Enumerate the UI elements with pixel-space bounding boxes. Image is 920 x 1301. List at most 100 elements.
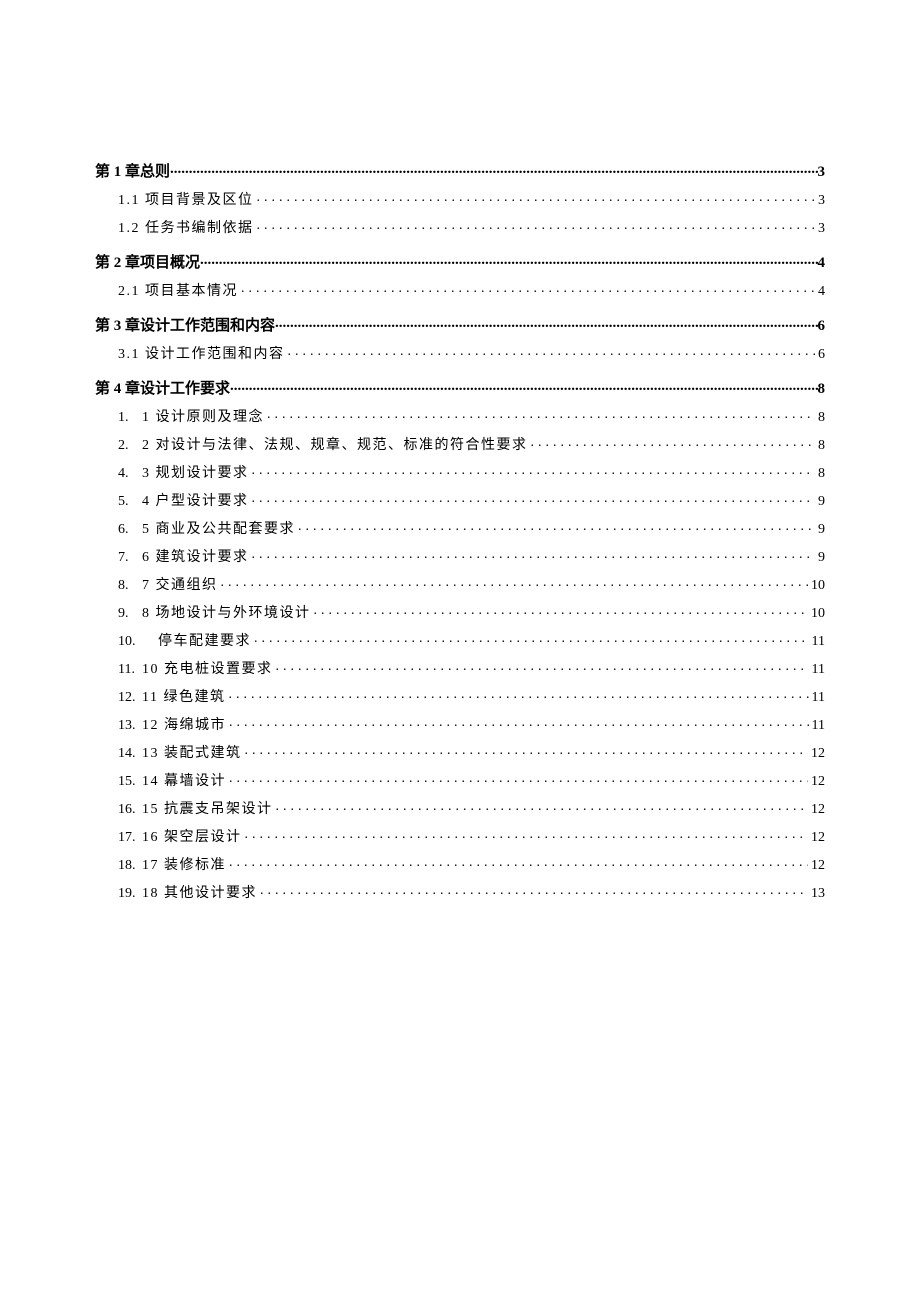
toc-item-page: 12 <box>811 774 825 790</box>
toc-leader-dots <box>245 743 809 757</box>
toc-item-page: 11 <box>812 634 825 650</box>
toc-leader-dots <box>252 463 816 477</box>
toc-leader-dots <box>229 855 808 869</box>
toc-item-page: 8 <box>818 438 825 454</box>
toc-item-page: 8 <box>818 410 825 426</box>
toc-item-title: 16 架空层设计 <box>142 826 242 846</box>
toc-leader-dots <box>257 218 816 232</box>
toc-leader-dots <box>298 519 815 533</box>
toc-leader-dots <box>252 491 816 505</box>
toc-item-number: 19. <box>118 886 142 902</box>
toc-chapter-title: 第 3 章设计工作范围和内容 <box>95 314 275 335</box>
toc-sub-title: 3.1 设计工作范围和内容 <box>118 343 285 363</box>
toc-item-title: 停车配建要求 <box>158 630 251 650</box>
toc-item-number: 15. <box>118 774 142 790</box>
toc-item-number: 2. <box>118 438 142 454</box>
toc-leader-dots <box>531 435 816 449</box>
toc-leader-dots <box>230 378 817 393</box>
toc-leader-dots <box>276 659 809 673</box>
toc-chapter-page: 4 <box>818 255 826 272</box>
toc-leader-dots <box>275 315 817 330</box>
toc-numbered-entry: 19. 18 其他设计要求 13 <box>118 882 825 902</box>
toc-leader-dots <box>241 281 815 295</box>
toc-leader-dots <box>229 715 809 729</box>
toc-item-page: 10 <box>811 606 825 622</box>
toc-item-page: 10 <box>811 578 825 594</box>
toc-numbered-entry: 7. 6 建筑设计要求 9 <box>118 546 825 566</box>
toc-item-number: 5. <box>118 494 142 510</box>
toc-sub-page: 4 <box>818 284 825 300</box>
toc-item-title: 13 装配式建筑 <box>142 742 242 762</box>
toc-item-number: 18. <box>118 858 142 874</box>
toc-item-page: 9 <box>818 522 825 538</box>
toc-item-number: 10. <box>118 634 158 650</box>
toc-sub-entry: 2.1 项目基本情况 4 <box>118 280 825 300</box>
toc-leader-dots <box>276 799 809 813</box>
toc-numbered-entry: 9. 8 场地设计与外环境设计 10 <box>118 602 825 622</box>
toc-leader-dots <box>260 883 808 897</box>
toc-item-title: 7 交通组织 <box>142 574 218 594</box>
toc-item-title: 15 抗震支吊架设计 <box>142 798 273 818</box>
toc-item-page: 11 <box>812 690 825 706</box>
toc-chapter-title: 第 2 章项目概况 <box>95 251 200 272</box>
toc-item-title: 14 幕墙设计 <box>142 770 226 790</box>
toc-numbered-entry: 15. 14 幕墙设计 12 <box>118 770 825 790</box>
toc-sub-title: 1.2 任务书编制依据 <box>118 217 254 237</box>
toc-item-number: 13. <box>118 718 142 734</box>
toc-chapter: 第 2 章项目概况 4 <box>95 251 825 272</box>
toc-item-number: 9. <box>118 606 142 622</box>
toc-sub-title: 2.1 项目基本情况 <box>118 280 238 300</box>
toc-item-number: 16. <box>118 802 142 818</box>
toc-sub-entry: 3.1 设计工作范围和内容 6 <box>118 343 825 363</box>
toc-numbered-entry: 2. 2 对设计与法律、法规、规章、规范、标准的符合性要求 8 <box>118 434 825 454</box>
toc-chapter: 第 1 章总则 3 <box>95 160 825 181</box>
toc-item-title: 17 装修标准 <box>142 854 226 874</box>
toc-item-page: 9 <box>818 550 825 566</box>
toc-item-page: 11 <box>812 662 825 678</box>
toc-item-page: 12 <box>811 746 825 762</box>
toc-numbered-entry: 5. 4 户型设计要求 9 <box>118 490 825 510</box>
toc-sub-page: 3 <box>818 221 825 237</box>
toc-numbered-entry: 10. 停车配建要求 11 <box>118 630 825 650</box>
toc-item-page: 12 <box>811 858 825 874</box>
toc-numbered-entry: 1. 1 设计原则及理念 8 <box>118 406 825 426</box>
toc-chapter-page: 3 <box>818 164 826 181</box>
toc-numbered-entry: 6. 5 商业及公共配套要求 9 <box>118 518 825 538</box>
toc-leader-dots <box>221 575 809 589</box>
toc-sub-page: 6 <box>818 347 825 363</box>
toc-item-number: 4. <box>118 466 142 482</box>
toc-leader-dots <box>252 547 816 561</box>
toc-numbered-entry: 13. 12 海绵城市 11 <box>118 714 825 734</box>
toc-item-number: 8. <box>118 578 142 594</box>
toc-item-page: 13 <box>811 886 825 902</box>
toc-sub-page: 3 <box>818 193 825 209</box>
toc-leader-dots <box>267 407 815 421</box>
toc-chapter: 第 4 章设计工作要求 8 <box>95 377 825 398</box>
toc-leader-dots <box>314 603 809 617</box>
toc-item-page: 11 <box>812 718 825 734</box>
toc-chapter-page: 8 <box>818 381 826 398</box>
toc-leader-dots <box>288 344 816 358</box>
toc-numbered-entry: 12. 11 绿色建筑 11 <box>118 686 825 706</box>
toc-item-number: 17. <box>118 830 142 846</box>
toc-item-title: 1 设计原则及理念 <box>142 406 264 426</box>
toc-chapter-page: 6 <box>818 318 826 335</box>
toc-item-page: 12 <box>811 830 825 846</box>
toc-leader-dots <box>170 161 817 176</box>
toc-item-number: 11. <box>118 662 142 678</box>
toc-item-number: 12. <box>118 690 142 706</box>
toc-item-title: 2 对设计与法律、法规、规章、规范、标准的符合性要求 <box>142 434 528 454</box>
toc-numbered-entry: 14. 13 装配式建筑 12 <box>118 742 825 762</box>
toc-sub-title: 1.1 项目背景及区位 <box>118 189 254 209</box>
toc-numbered-entry: 11. 10 充电桩设置要求 11 <box>118 658 825 678</box>
toc-leader-dots <box>245 827 809 841</box>
toc-numbered-entry: 18. 17 装修标准 12 <box>118 854 825 874</box>
toc-item-title: 10 充电桩设置要求 <box>142 658 273 678</box>
toc-item-title: 11 绿色建筑 <box>142 686 225 706</box>
toc-item-title: 3 规划设计要求 <box>142 462 249 482</box>
toc-leader-dots <box>254 631 809 645</box>
toc-numbered-entry: 4. 3 规划设计要求 8 <box>118 462 825 482</box>
toc-chapter-title: 第 4 章设计工作要求 <box>95 377 230 398</box>
toc-item-number: 6. <box>118 522 142 538</box>
toc-numbered-entry: 16. 15 抗震支吊架设计 12 <box>118 798 825 818</box>
